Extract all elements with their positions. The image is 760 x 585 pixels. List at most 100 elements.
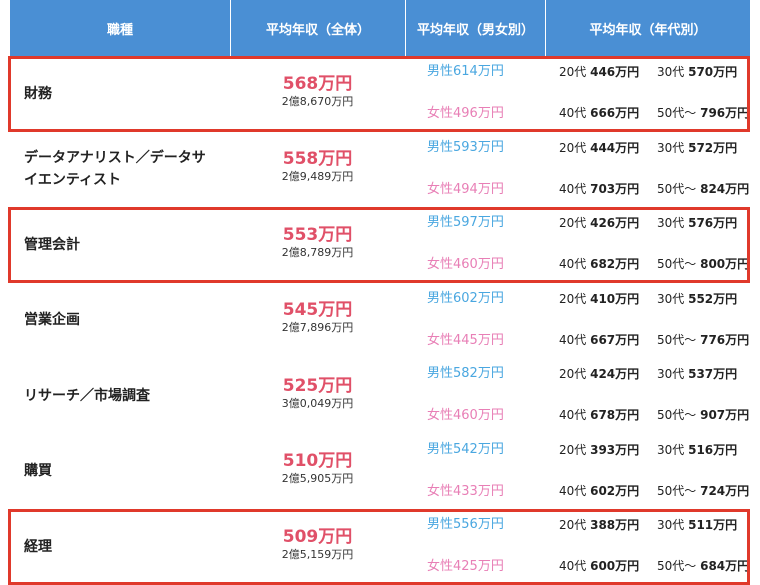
male-salary: 男性602万円 [427, 290, 504, 306]
average-salary: 553万円 [282, 224, 353, 245]
overall-cell: 545万円 2億7,896万円 [230, 277, 405, 358]
male-salary: 男性597万円 [427, 215, 504, 230]
age-30s-value: 576万円 [688, 216, 738, 230]
age-30s-label: 30代 [657, 518, 685, 532]
age-20s: 20代 424万円 [559, 365, 639, 382]
age-50s-value: 800万円 [700, 257, 750, 271]
lifetime-salary: 3億0,049万円 [281, 396, 354, 410]
age-50s-label: 50代〜 [657, 408, 697, 422]
gender-cell: 男性593万円 女性494万円 [405, 132, 545, 207]
job-name-text: リサーチ／市場調査 [24, 387, 150, 404]
age-20s: 20代 393万円 [559, 441, 639, 458]
age-30s-value: 570万円 [688, 65, 738, 79]
average-salary: 568万円 [282, 73, 353, 94]
age-30s-label: 30代 [657, 367, 685, 381]
overall-cell: 510万円 2億5,905万円 [230, 428, 405, 509]
age-50s-label: 50代〜 [657, 332, 697, 347]
lifetime-salary: 2億8,789万円 [281, 245, 354, 259]
age-50s-label: 50代〜 [657, 106, 697, 120]
age-30s-label: 30代 [657, 291, 685, 306]
female-salary: 女性433万円 [427, 483, 504, 499]
job-name: リサーチ／市場調査 [10, 358, 230, 433]
table-header: 職種 平均年収（全体） 平均年収（男女別） 平均年収（年代別） [10, 0, 750, 56]
age-30s: 30代 516万円 [657, 441, 737, 458]
age-20s: 20代 446万円 [559, 63, 639, 80]
male-salary: 男性556万円 [427, 517, 504, 532]
female-salary: 女性496万円 [427, 106, 504, 121]
age-20s: 20代 410万円 [559, 290, 639, 307]
age-20s-value: 424万円 [590, 367, 640, 381]
age-30s-label: 30代 [657, 140, 685, 155]
age-cell: 20代 446万円 30代 570万円 40代 666万円 50代〜 796万円 [545, 56, 750, 131]
table-row: 営業企画 545万円 2億7,896万円 男性602万円 女性445万円 20代 410万… [10, 283, 750, 358]
age-30s-value: 516万円 [688, 442, 738, 457]
age-20s-label: 20代 [559, 216, 587, 230]
male-salary: 男性582万円 [427, 366, 504, 381]
age-20s-label: 20代 [559, 291, 587, 306]
header-average-age: 平均年収（年代別） [545, 0, 750, 56]
average-salary: 525万円 [282, 375, 353, 396]
age-50s: 50代〜 684万円 [657, 557, 749, 574]
female-salary: 女性425万円 [427, 559, 504, 574]
male-salary: 男性542万円 [427, 441, 504, 457]
age-50s-value: 776万円 [700, 332, 750, 347]
age-40s-label: 40代 [559, 559, 587, 573]
age-20s-label: 20代 [559, 442, 587, 457]
header-job-type: 職種 [106, 22, 133, 38]
age-20s-value: 426万円 [590, 216, 640, 230]
average-salary: 510万円 [282, 451, 353, 471]
job-name: 経理 [10, 509, 230, 584]
job-name: 営業企画 [10, 283, 230, 358]
overall-cell: 568万円 2億8,670万円 [230, 50, 405, 131]
age-40s: 40代 602万円 [559, 482, 639, 499]
age-50s: 50代〜 724万円 [657, 482, 749, 499]
average-salary: 545万円 [282, 300, 353, 320]
age-20s-label: 20代 [559, 140, 587, 155]
age-20s: 20代 388万円 [559, 516, 639, 533]
age-40s-value: 678万円 [590, 408, 640, 422]
age-50s-value: 796万円 [700, 106, 750, 120]
female-salary: 女性494万円 [427, 181, 504, 197]
overall-cell: 558万円 2億9,489万円 [230, 126, 405, 207]
age-20s: 20代 444万円 [559, 139, 639, 156]
table-row: データアナリスト／データサイエンティスト 558万円 2億9,489万円 男性593万… [10, 132, 750, 207]
female-salary: 女性445万円 [427, 332, 504, 348]
job-name-text: 経理 [24, 538, 52, 555]
job-name-text: 営業企画 [24, 312, 80, 328]
age-50s-label: 50代〜 [657, 181, 697, 196]
lifetime-salary: 2億5,159万円 [281, 547, 354, 561]
age-40s: 40代 600万円 [559, 557, 639, 574]
female-salary: 女性460万円 [427, 408, 504, 423]
table-row: 管理会計 553万円 2億8,789万円 男性597万円 女性460万円 20代 426万… [10, 207, 750, 282]
age-40s-label: 40代 [559, 106, 587, 120]
age-20s-label: 20代 [559, 65, 587, 79]
overall-cell: 509万円 2億5,159万円 [230, 503, 405, 584]
age-50s-label: 50代〜 [657, 559, 697, 573]
age-cell: 20代 410万円 30代 552万円 40代 667万円 50代〜 776万円 [545, 283, 750, 358]
age-cell: 20代 426万円 30代 576万円 40代 682万円 50代〜 800万円 [545, 207, 750, 282]
age-40s-value: 602万円 [590, 483, 640, 498]
age-50s-label: 50代〜 [657, 257, 697, 271]
age-40s-label: 40代 [559, 332, 587, 347]
age-50s-value: 724万円 [700, 483, 750, 498]
table-row: 経理 509万円 2億5,159万円 男性556万円 女性425万円 20代 388万円 3… [10, 509, 750, 584]
age-40s: 40代 667万円 [559, 331, 639, 348]
table-row: リサーチ／市場調査 525万円 3億0,049万円 男性582万円 女性460万円 20代… [10, 358, 750, 433]
age-20s-value: 410万円 [590, 291, 640, 306]
age-40s: 40代 682万円 [559, 255, 639, 272]
table-row: 購買 510万円 2億5,905万円 男性542万円 女性433万円 20代 393万円 3… [10, 434, 750, 509]
age-30s: 30代 576万円 [657, 214, 737, 231]
female-salary: 女性460万円 [427, 257, 504, 272]
gender-cell: 男性556万円 女性425万円 [405, 509, 545, 584]
lifetime-salary: 2億5,905万円 [281, 472, 354, 485]
job-name-text: 管理会計 [24, 236, 80, 253]
gender-cell: 男性614万円 女性496万円 [405, 56, 545, 131]
age-50s: 50代〜 800万円 [657, 255, 749, 272]
age-30s-value: 572万円 [688, 140, 738, 155]
age-40s: 40代 678万円 [559, 406, 639, 423]
average-salary: 558万円 [282, 149, 353, 169]
salary-table: 職種 平均年収（全体） 平均年収（男女別） 平均年収（年代別） 財務 568万円 2… [10, 0, 750, 574]
overall-cell: 553万円 2億8,789万円 [230, 201, 405, 282]
age-50s: 50代〜 776万円 [657, 331, 749, 348]
age-cell: 20代 424万円 30代 537万円 40代 678万円 50代〜 907万円 [545, 358, 750, 433]
